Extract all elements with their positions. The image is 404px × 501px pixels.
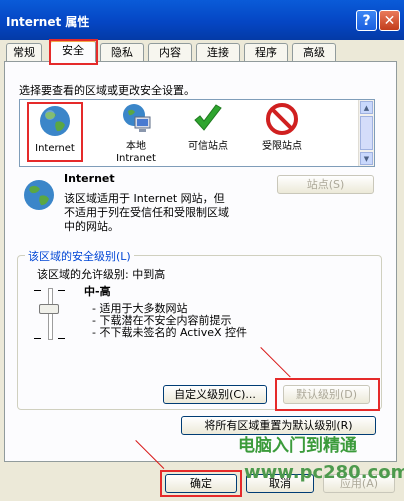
- instruction-text: 选择要查看的区域或更改安全设置。: [19, 84, 195, 97]
- zone-intranet[interactable]: 本地 Intranet: [110, 102, 162, 165]
- scroll-down-icon[interactable]: ▼: [360, 152, 373, 165]
- security-level-group-title: 该区域的安全级别(L): [25, 248, 134, 264]
- allowed-levels-text: 该区域的允许级别: 中到高: [37, 268, 166, 281]
- close-button[interactable]: ✕: [379, 10, 400, 31]
- no-entry-icon: [266, 103, 298, 135]
- zone-list-scrollbar[interactable]: ▲ ▼: [358, 100, 374, 166]
- default-level-highlight: [275, 378, 380, 411]
- watermark-text: 电脑入门到精通: [238, 436, 357, 456]
- window-title: Internet 属性: [6, 15, 90, 29]
- tab-advanced[interactable]: 高级: [292, 43, 336, 61]
- zone-name: Internet: [64, 172, 115, 185]
- zone-trusted[interactable]: 可信站点: [180, 102, 236, 153]
- level-bullet: - 不下载未签名的 ActiveX 控件: [92, 326, 248, 339]
- zone-internet-label: Internet: [35, 143, 75, 154]
- custom-level-button[interactable]: 自定义级别(C)...: [163, 385, 267, 404]
- security-slider-thumb[interactable]: [39, 304, 59, 314]
- scroll-thumb[interactable]: [360, 116, 373, 150]
- zone-trusted-label: 可信站点: [188, 141, 228, 152]
- zone-internet[interactable]: Internet: [27, 102, 83, 162]
- slider-tick: [34, 338, 41, 339]
- slider-tick: [58, 338, 65, 339]
- tab-content[interactable]: 内容: [148, 43, 192, 61]
- watermark-url: www.pc280.com: [244, 462, 404, 483]
- tab-privacy[interactable]: 隐私: [100, 43, 144, 61]
- checkmark-icon: [194, 104, 222, 131]
- level-name: 中-高: [84, 285, 111, 298]
- zone-restricted-label: 受限站点: [262, 141, 302, 152]
- zone-intranet-label: 本地 Intranet: [116, 141, 156, 164]
- title-bar: Internet 属性 ? ✕: [0, 0, 404, 40]
- ok-highlight: [160, 470, 242, 497]
- tab-programs[interactable]: 程序: [244, 43, 288, 61]
- computer-globe-icon: [123, 104, 151, 132]
- tab-connections[interactable]: 连接: [196, 43, 240, 61]
- globe-icon: [24, 180, 54, 210]
- sites-button[interactable]: 站点(S): [277, 175, 374, 194]
- slider-tick: [34, 290, 41, 291]
- help-button[interactable]: ?: [356, 10, 377, 31]
- security-slider-track[interactable]: [48, 288, 53, 340]
- zone-list[interactable]: Internet 本地 Intranet 可信站点 受限站点 ▲ ▼: [19, 99, 375, 167]
- scroll-up-icon[interactable]: ▲: [360, 101, 373, 114]
- globe-icon: [40, 106, 70, 136]
- zone-restricted[interactable]: 受限站点: [254, 102, 310, 153]
- tab-highlight: [49, 39, 98, 65]
- zone-description-line: 中的网站。: [64, 220, 119, 233]
- slider-tick: [58, 290, 65, 291]
- tab-general[interactable]: 常规: [6, 43, 42, 61]
